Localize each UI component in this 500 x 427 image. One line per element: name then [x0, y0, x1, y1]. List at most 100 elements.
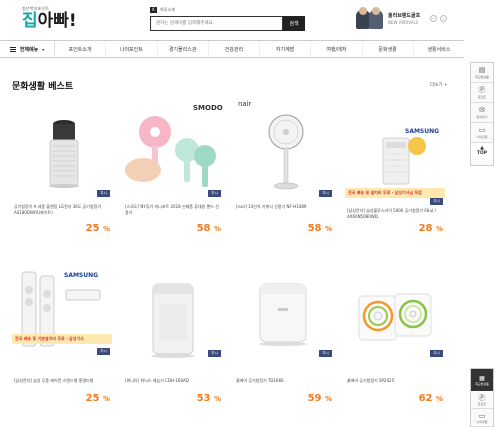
brand-label: SMODO	[193, 104, 223, 112]
promo-models-image	[355, 7, 385, 29]
promo-next-icon[interactable]: ›	[440, 14, 448, 22]
logo-wordmark-a: 집	[22, 11, 38, 31]
nav-item-self-dev[interactable]: 자기계발	[260, 41, 312, 57]
sidebar-item-coupon[interactable]: ▭ 나의쿠폰	[471, 123, 493, 143]
mail-icon: ✉	[479, 106, 485, 114]
search-tag-icon: K	[150, 6, 157, 13]
product-badge: 지시	[97, 348, 110, 355]
product-card[interactable]: 지시 쿨에어 공기청정기 SP2025 62 %	[345, 268, 445, 408]
product-discount: 58 %	[307, 223, 332, 234]
promo-title: 올리브랜드골프	[388, 12, 421, 19]
search-top-label[interactable]: 하루소개	[160, 7, 175, 13]
nav-item-point-intro[interactable]: 포인트소개	[55, 41, 107, 57]
product-card[interactable]: 지시 쿨에어 공기청정기 TD1666 59 %	[234, 268, 334, 408]
product-card[interactable]: SMODO 지시 [스모도] NY휴기 미니포트 2018 신제품 휴대용 핸드…	[123, 98, 223, 238]
sidebar-item-recent-dark[interactable]: ▦ 최근본상품	[471, 369, 493, 391]
product-name[interactable]: [위니아] 위닉스 제습기 CDH-160AD	[125, 378, 221, 390]
chevron-down-icon: ▾	[42, 46, 45, 52]
sidebar-item-label: 포인트	[477, 95, 487, 99]
nav-item-culture[interactable]: 문화생활	[363, 41, 414, 57]
nav-item-health[interactable]: 건강관리	[209, 41, 260, 57]
sidebar-item-coupon-bottom[interactable]: ▭ 나의쿠폰	[471, 409, 493, 427]
product-image[interactable]: nair	[234, 98, 334, 198]
sidebar-item-label: 문의하기	[476, 115, 488, 119]
product-image[interactable]: SMODO	[123, 98, 223, 198]
sidebar-item-label: 나의쿠폰	[476, 419, 488, 424]
search-top-row: K 하루소개	[150, 6, 305, 13]
product-badge: 지시	[208, 190, 221, 197]
sidebar-item-label: 포인트	[477, 401, 487, 406]
sidebar-item-label: 최근본상품	[475, 75, 489, 79]
all-menu-label: 전체메뉴	[19, 46, 39, 53]
product-card[interactable]: 지시 공기청정기 A 세종 플렌팀 LG전자 36도 공기청정기 AS180DW…	[12, 98, 112, 238]
product-discount: 25 %	[85, 393, 110, 404]
coupon-icon: ▭	[478, 126, 486, 134]
nav-item-mall[interactable]: 경기몰리스관	[158, 41, 209, 57]
more-link[interactable]: 더보기 +	[430, 82, 448, 88]
product-discount: 25 %	[85, 223, 110, 234]
search-button[interactable]: 검색	[283, 16, 305, 31]
product-discount: 58 %	[196, 223, 221, 234]
promo-nav: ‹ ›	[430, 14, 448, 22]
search-input[interactable]	[150, 16, 283, 31]
promo-text: 올리브랜드골프 NEW ARRIVALS	[388, 12, 420, 25]
section-title: 문화생활 베스트	[12, 82, 74, 92]
point-icon: Ⓟ	[478, 393, 486, 402]
product-discount: 62 %	[418, 393, 443, 404]
product-card[interactable]: SAMSUNG 전국 배송 및 기본설치비 무료 · 삼성기사 지시 [삼성전자…	[12, 268, 112, 408]
product-name[interactable]: [스모도] NY휴기 미니포트 2018 신제품 휴대용 핸드 선풍기	[125, 204, 221, 216]
sidebar-item-inquiry[interactable]: ✉ 문의하기	[471, 103, 493, 123]
product-badge: 지시	[430, 198, 443, 205]
nav-item-life-service[interactable]: 생활서비스	[414, 41, 464, 57]
sidebar-item-point-bottom[interactable]: Ⓟ 포인트	[471, 391, 493, 409]
product-name[interactable]: 쿨에어 공기청정기 TD1666	[236, 378, 332, 390]
search-box: 검색	[150, 16, 305, 31]
product-discount: 53 %	[196, 393, 221, 404]
point-icon: Ⓟ	[478, 86, 486, 94]
brand-label: nair	[238, 100, 252, 108]
product-image[interactable]	[12, 98, 112, 198]
product-badge: 지시	[97, 190, 110, 197]
brand-label: SAMSUNG	[64, 272, 99, 279]
brand-label: SAMSUNG	[405, 128, 440, 135]
product-discount: 59 %	[307, 393, 332, 404]
logo-wordmark: 집아빠!	[22, 13, 77, 30]
quick-sidebar: ▤ 최근본상품 Ⓟ 포인트 ✉ 문의하기 ▭ 나의쿠폰 ▲ TOP	[470, 62, 494, 166]
promo-strip: 전국 배송 및 기본설치비 무료 · 삼성기사	[12, 334, 112, 344]
list-icon: ▤	[478, 66, 486, 74]
sidebar-item-label: 최근본상품	[475, 381, 489, 386]
hamburger-icon	[9, 46, 16, 52]
product-badge: 지시	[319, 190, 332, 197]
product-card[interactable]: nair 지시 [nair] 14인치 기계식 선풍기 NF-H1489 58 …	[234, 98, 334, 238]
product-card[interactable]: 지시 [위니아] 위닉스 제습기 CDH-160AD 53 %	[123, 268, 223, 408]
product-image[interactable]: SAMSUNG 전국 배송 및 설치비 무료 · 삼성기사님 직접	[345, 98, 445, 198]
product-name[interactable]: [nair] 14인치 기계식 선풍기 NF-H1489	[236, 204, 332, 216]
product-badge: 지시	[430, 350, 443, 357]
grid-icon: ▦	[479, 374, 485, 382]
sidebar-item-point[interactable]: Ⓟ 포인트	[471, 83, 493, 103]
product-name[interactable]: [삼성전자] 삼성블루스카이 5000 공기청정기 60㎡ / AX60N508…	[347, 208, 443, 220]
quick-sidebar-bottom: ▦ 최근본상품 Ⓟ 포인트 ▭ 나의쿠폰	[470, 368, 494, 427]
product-badge: 지시	[319, 350, 332, 357]
header: 청년복지포인트 집아빠! K 하루소개 검색 올리브랜드골프 NEW ARRIV…	[0, 0, 500, 38]
site-logo[interactable]: 청년복지포인트 집아빠!	[22, 6, 77, 30]
product-discount: 28 %	[418, 223, 443, 234]
promo-banner[interactable]: 올리브랜드골프 NEW ARRIVALS ‹ ›	[355, 7, 448, 29]
product-card[interactable]: SAMSUNG 전국 배송 및 설치비 무료 · 삼성기사님 직접 지시 [삼성…	[345, 98, 445, 238]
all-menu-button[interactable]: 전체메뉴 ▾	[0, 41, 55, 57]
scroll-top-button[interactable]: ▲ TOP	[471, 143, 493, 159]
promo-prev-icon[interactable]: ‹	[430, 14, 438, 22]
product-name[interactable]: 공기청정기 A 세종 플렌팀 LG전자 36도 공기청정기 AS180DWFA(…	[14, 204, 110, 216]
product-name[interactable]: 쿨에어 공기청정기 SP2025	[347, 378, 443, 390]
product-name[interactable]: [삼성전자] 삼성 무풍 에어컨 스탠드형 홈멀티형	[14, 378, 110, 390]
sidebar-item-recent[interactable]: ▤ 최근본상품	[471, 63, 493, 83]
logo-wordmark-b: 아빠!	[37, 11, 77, 31]
top-label: TOP	[476, 151, 488, 156]
main-nav: 전체메뉴 ▾ 포인트소개 나의포인트 경기몰리스관 건강관리 자기계발 여행/레…	[0, 40, 464, 58]
promo-subtitle: NEW ARRIVALS	[388, 19, 419, 25]
nav-item-travel[interactable]: 여행/레저	[311, 41, 363, 57]
nav-item-my-point[interactable]: 나의포인트	[106, 41, 158, 57]
product-badge: 지시	[208, 350, 221, 357]
search-area: K 하루소개 검색	[150, 6, 305, 31]
promo-strip: 전국 배송 및 설치비 무료 · 삼성기사님 직접	[345, 188, 445, 198]
